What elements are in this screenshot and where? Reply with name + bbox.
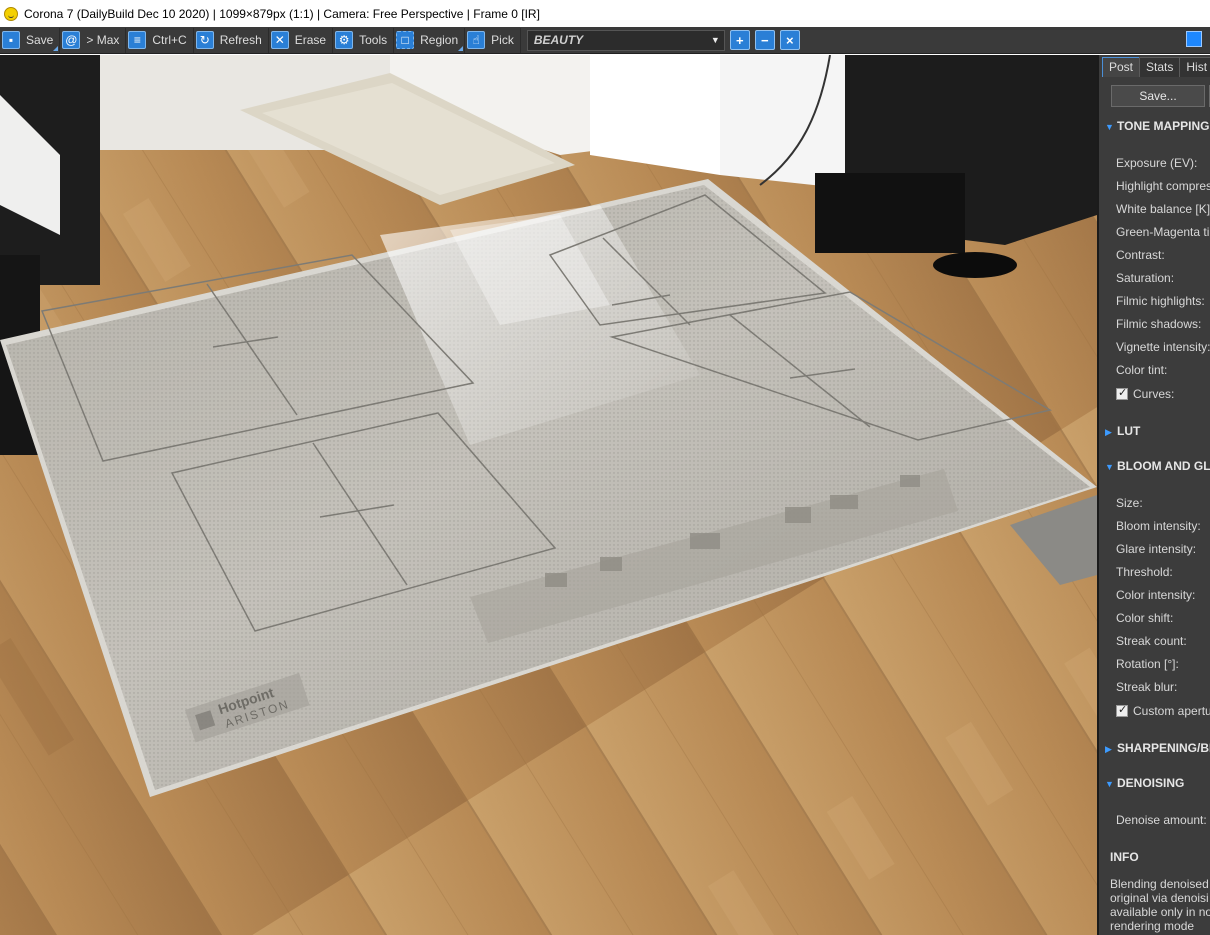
document-icon: ≡ — [128, 31, 147, 49]
section-bloom-glare[interactable]: ▼ BLOOM AND GLA — [1105, 459, 1210, 473]
row-white-balance: White balance [K]: — [1116, 202, 1210, 216]
erase-button[interactable]: ✕ Erase — [269, 27, 334, 53]
row-streak-blur: Streak blur: — [1116, 680, 1178, 694]
row-denoise-amount: Denoise amount: — [1116, 813, 1207, 827]
post-panel: Post Stats Hist Save... ▼ TONE MAPPING Ex… — [1097, 55, 1210, 935]
expanded-triangle-icon: ▼ — [1105, 122, 1114, 132]
spiral-icon: @ — [62, 31, 81, 49]
row-color-tint: Color tint: — [1116, 363, 1168, 377]
corona-smiley-icon — [4, 6, 18, 21]
section-tone-mapping[interactable]: ▼ TONE MAPPING — [1105, 119, 1209, 133]
dashed-square-icon: □ — [396, 31, 415, 49]
section-info: INFO — [1110, 850, 1139, 864]
max-button[interactable]: @ > Max — [60, 27, 127, 53]
row-color-intensity: Color intensity: — [1116, 588, 1196, 602]
checkbox-checked-icon — [1116, 386, 1128, 400]
row-green-magenta-tint: Green-Magenta tin — [1116, 225, 1210, 239]
vfb-toolbar: ▪ Save @ > Max ≡ Ctrl+C ↻ Refresh ✕ Eras… — [0, 27, 1210, 54]
collapsed-triangle-icon: ▶ — [1105, 427, 1112, 437]
expanded-triangle-icon: ▼ — [1105, 779, 1114, 789]
region-button[interactable]: □ Region — [394, 27, 466, 53]
save-button[interactable]: ▪ Save — [0, 27, 61, 53]
row-bloom-intensity: Bloom intensity: — [1116, 519, 1201, 533]
row-threshold: Threshold: — [1116, 565, 1173, 579]
refresh-button[interactable]: ↻ Refresh — [194, 27, 269, 53]
info-text: Blending denoised original via denoisi a… — [1110, 877, 1210, 933]
section-sharpening-blur[interactable]: ▶ SHARPENING/BL — [1105, 741, 1210, 755]
section-denoising[interactable]: ▼ DENOISING — [1105, 776, 1184, 790]
zoom-fit-icon[interactable]: × — [779, 30, 800, 50]
collapsed-triangle-icon: ▶ — [1105, 744, 1112, 754]
row-filmic-shadows: Filmic shadows: — [1116, 317, 1202, 331]
row-color-shift: Color shift: — [1116, 611, 1174, 625]
checkbox-checked-icon — [1116, 703, 1128, 717]
tab-history[interactable]: Hist — [1179, 57, 1210, 77]
row-size: Size: — [1116, 496, 1143, 510]
window-title: Corona 7 (DailyBuild Dec 10 2020) | 1099… — [24, 6, 540, 21]
copy-button[interactable]: ≡ Ctrl+C — [126, 27, 194, 53]
post-save-button[interactable]: Save... — [1111, 85, 1205, 107]
render-viewport[interactable]: Hotpoint ARISTON — [0, 55, 1097, 935]
chevron-down-icon: ▼ — [710, 35, 720, 45]
gear-icon: ⚙ — [335, 31, 354, 49]
row-exposure: Exposure (EV): — [1116, 156, 1198, 170]
zoom-in-icon[interactable]: + — [729, 30, 750, 50]
panel-toggle-icon[interactable] — [1186, 31, 1202, 47]
curves-checkbox[interactable]: Curves: — [1116, 386, 1174, 401]
rendered-image: Hotpoint ARISTON — [0, 55, 1097, 935]
floppy-icon: ▪ — [2, 31, 20, 49]
refresh-icon: ↻ — [195, 31, 214, 49]
row-highlight-compression: Highlight compres — [1116, 179, 1210, 193]
section-lut[interactable]: ▶ LUT — [1105, 424, 1140, 438]
tools-button[interactable]: ⚙ Tools — [333, 27, 395, 53]
title-bar: Corona 7 (DailyBuild Dec 10 2020) | 1099… — [0, 0, 1210, 27]
row-contrast: Contrast: — [1116, 248, 1165, 262]
row-saturation: Saturation: — [1116, 271, 1175, 285]
row-vignette-intensity: Vignette intensity: — [1116, 340, 1210, 354]
row-filmic-highlights: Filmic highlights: — [1116, 294, 1205, 308]
pick-button[interactable]: ☝ Pick — [465, 27, 521, 53]
row-streak-count: Streak count: — [1116, 634, 1187, 648]
hand-pointer-icon: ☝ — [467, 31, 486, 49]
dropdown-corner-icon — [53, 45, 59, 51]
panel-tabs: Post Stats Hist — [1099, 57, 1210, 77]
x-icon: ✕ — [270, 31, 289, 49]
dropdown-corner-icon — [458, 45, 464, 51]
custom-aperture-checkbox[interactable]: Custom apertu — [1116, 703, 1210, 718]
tab-post[interactable]: Post — [1102, 57, 1141, 77]
tab-stats[interactable]: Stats — [1139, 57, 1181, 77]
zoom-out-icon[interactable]: − — [754, 30, 775, 50]
expanded-triangle-icon: ▼ — [1105, 462, 1114, 472]
row-glare-intensity: Glare intensity: — [1116, 542, 1197, 556]
render-element-select[interactable]: BEAUTY ▼ — [526, 29, 725, 51]
row-rotation: Rotation [°]: — [1116, 657, 1179, 671]
